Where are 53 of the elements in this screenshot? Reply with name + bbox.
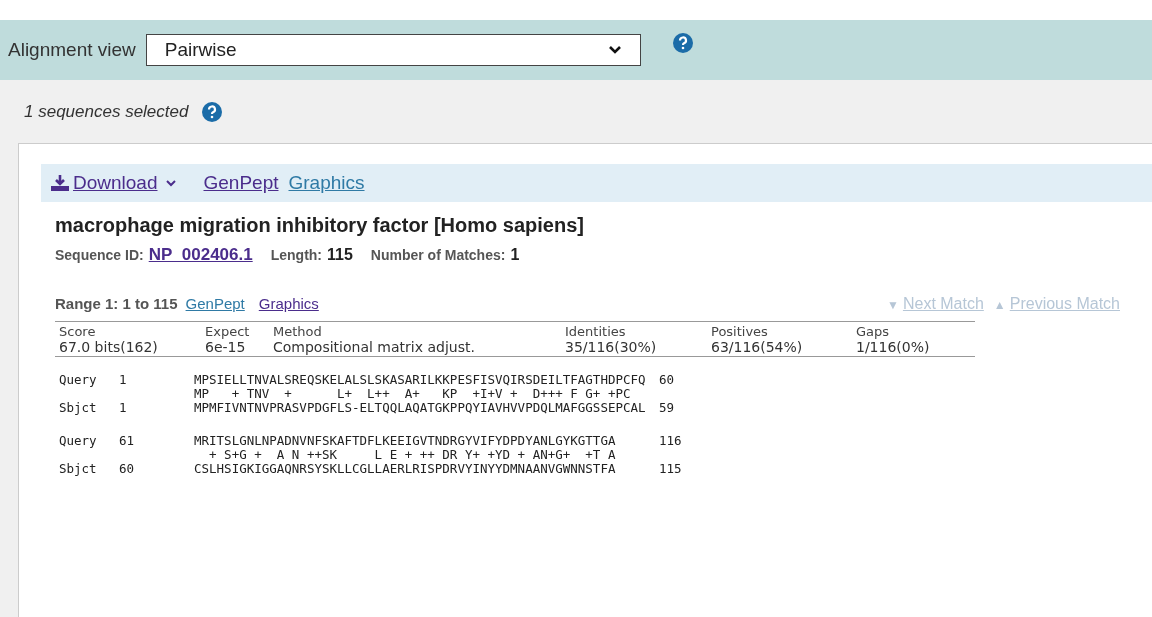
meta-label: Sequence ID:	[55, 247, 144, 263]
meta-label: Number of Matches:	[370, 247, 506, 263]
position-number: 60	[119, 462, 136, 476]
meta-label: Length:	[270, 247, 322, 263]
arrow-icon: ▼	[887, 298, 899, 312]
link[interactable]: GenPept	[203, 172, 279, 194]
column-header: Expect	[204, 324, 251, 339]
table-cell-text: 35/116(30%)	[564, 339, 658, 355]
query-sequence: MRITSLGNLNPADNVNFSKAFTDFLKEEIGVTNDRGYVIFYDPDYANLGYKGTTGA	[194, 434, 617, 448]
meta-value: 115	[327, 246, 353, 264]
row-label: Query	[58, 373, 98, 387]
position-number: 116	[659, 434, 682, 448]
column-header: Score	[58, 324, 97, 339]
position-number: 60	[659, 373, 675, 387]
query-sequence: MPSIELLTNVALSREQSKELALSLSKASARILKKPESFISVQIRSDEILTFAGTHDPCFQ	[194, 373, 647, 387]
arrow-icon: ▲	[993, 298, 1006, 312]
column-header: Positives	[710, 324, 769, 339]
row-label: Query	[58, 434, 98, 448]
row-label: Sbjct	[58, 401, 98, 415]
position-number: 1	[119, 373, 128, 387]
alignment-view-label: Alignment view	[8, 39, 136, 61]
caret-icon[interactable]	[165, 179, 176, 187]
column-header: Identities	[564, 324, 627, 339]
position-number: 1	[119, 401, 128, 415]
row-label: Sbjct	[58, 462, 98, 476]
download-icon	[51, 175, 69, 191]
help-icon[interactable]	[202, 101, 223, 122]
link[interactable]: Graphics	[288, 172, 365, 194]
link[interactable]: Graphics	[258, 295, 319, 312]
table-cell-text: 67.0 bits(162)	[58, 339, 159, 355]
position-number: 115	[659, 462, 682, 476]
meta-value: 1	[510, 246, 520, 264]
hit-title: macrophage migration inhibitory factor [Homo sapiens]	[55, 214, 585, 237]
position-number: 61	[119, 434, 136, 448]
position-number: 59	[659, 401, 675, 415]
alignment-view-select[interactable]: Pairwise	[145, 34, 641, 66]
subject-sequence: CSLHSIGKIGGAQNRSYSKLLCGLLAERLRISPDRVYINYYDMNAANVGWNNSTFA	[194, 462, 617, 476]
chevron-down-icon	[607, 45, 622, 55]
table-cell-text: 6e-15	[204, 339, 247, 355]
link[interactable]: GenPept	[185, 295, 245, 312]
sequence-id-link[interactable]: NP_002406.1	[148, 245, 253, 265]
match-line: + S+G + A N ++SK L E + ++ DR Y+ +YD + AN+G+ +T A	[208, 448, 617, 462]
match-line: MP + TNV + L+ L++ A+ KP +I+V + D+++ F G+ +PC	[194, 387, 632, 401]
column-header: Gaps	[855, 324, 891, 339]
selection-count: 1 sequences selected	[24, 101, 189, 122]
column-header: Method	[272, 324, 323, 339]
table-cell-text: 63/116(54%)	[710, 339, 804, 355]
table-cell-text: Compositional matrix adjust.	[272, 339, 476, 355]
help-icon[interactable]	[672, 33, 693, 53]
download-link[interactable]: Download	[73, 172, 158, 194]
table-cell-text: 1/116(0%)	[855, 339, 931, 355]
range-label: Range 1: 1 to 115	[55, 295, 178, 312]
subject-sequence: MPMFIVNTNVPRASVPDGFLS-ELTQQLAQATGKPPQYIAVHVVPDQLMAFGGSSEPCAL	[194, 401, 647, 415]
